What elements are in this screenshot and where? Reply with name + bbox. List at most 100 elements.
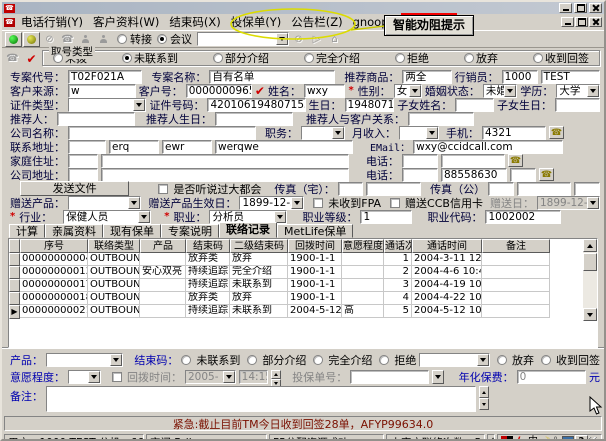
agent-id-input[interactable]: 1000	[502, 70, 538, 84]
tab-existing-policy[interactable]: 现有保单	[103, 224, 161, 238]
dialtype-radio-4[interactable]	[395, 53, 405, 63]
agent-name-input[interactable]: TEST	[541, 70, 600, 84]
id-type-select[interactable]	[68, 98, 146, 112]
table-row[interactable]: 00000000018 OUTBOUND 放弃类 放弃 1900-1-1 4 2…	[9, 292, 597, 305]
contact-addr-input-2[interactable]: erq	[109, 140, 159, 154]
spin-up-icon[interactable]	[479, 386, 489, 398]
conference-radio[interactable]	[157, 34, 167, 44]
marital-select[interactable]: 未婚	[483, 84, 517, 98]
minimize-icon[interactable]	[559, 3, 572, 13]
dial-phone2-button[interactable]: ☎	[539, 168, 554, 181]
ccb-card-checkbox[interactable]	[390, 198, 400, 208]
occ-level-input[interactable]: 1	[360, 210, 412, 224]
menu-item[interactable]: 结束码(X)	[164, 13, 225, 31]
referrer-rel-input[interactable]	[408, 112, 474, 126]
spin-up-icon[interactable]	[271, 370, 281, 379]
project-code-input[interactable]: T02F021A	[68, 70, 142, 84]
note-spinner[interactable]	[479, 386, 489, 410]
phone2-input-2[interactable]: 88558630	[441, 168, 507, 182]
grid-header-cell[interactable]: 序号	[20, 239, 88, 253]
scroll-thumb[interactable]	[583, 253, 597, 271]
policy-no-dropdown-icon[interactable]	[432, 370, 444, 384]
close-icon[interactable]	[589, 3, 602, 13]
chevron-down-icon[interactable]	[426, 127, 438, 139]
moon-icon[interactable]: ☽	[540, 436, 552, 441]
fax-office-input-2[interactable]	[517, 182, 572, 196]
chevron-down-icon[interactable]	[133, 99, 145, 111]
chevron-down-icon[interactable]	[128, 197, 140, 209]
dial-mobile-button[interactable]: ☎	[549, 126, 564, 139]
tray-signal-icon[interactable]: ϟ	[514, 436, 526, 441]
table-row[interactable]: 00000000013 OUTBOUND 安心双亮 持续追踪 完全介绍 1900…	[9, 266, 597, 279]
menu-item[interactable]: 电话行销(Y)	[16, 13, 88, 31]
ime-indicator-icon[interactable]: 中	[527, 436, 539, 441]
transfer-radio[interactable]	[117, 34, 127, 44]
tab-project-notes[interactable]: 专案说明	[161, 224, 219, 238]
menu-item[interactable]: 客户资料(W)	[88, 13, 164, 31]
grid-header-cell[interactable]: 二级结束码	[230, 239, 288, 253]
mobile-input[interactable]: 4321	[482, 126, 546, 140]
child-name-input[interactable]	[455, 98, 494, 112]
tab-contact-records[interactable]: 联络记录	[219, 222, 277, 238]
child-restore-icon[interactable]	[575, 17, 588, 27]
row-selector-cell[interactable]: ▶	[9, 305, 20, 319]
chevron-down-icon[interactable]	[274, 211, 286, 223]
premium-input[interactable]: 0	[517, 370, 586, 384]
income-select[interactable]	[399, 126, 439, 140]
scroll-up-icon[interactable]	[583, 239, 597, 252]
table-row[interactable]: 00000000017 OUTBOUND 持续追踪 未联系到 1900-1-1 …	[9, 279, 597, 292]
endcode-radio-3[interactable]	[379, 355, 389, 365]
dial-phone-button[interactable]: ☎	[4, 51, 21, 66]
menu-item[interactable]: 投保单(Y)	[226, 13, 287, 31]
fax-office-input-1[interactable]	[488, 182, 514, 196]
referrer-input[interactable]	[57, 112, 135, 126]
fax-home-input-1[interactable]	[338, 182, 364, 196]
company-addr-input-2[interactable]	[101, 168, 349, 182]
chevron-down-icon[interactable]	[110, 354, 122, 366]
tab-metlife-policy[interactable]: MetLife保单	[277, 224, 353, 238]
dialtype-radio-2[interactable]	[213, 53, 223, 63]
child-window-icon[interactable]: ☎	[4, 18, 15, 27]
scroll-down-icon[interactable]	[583, 308, 597, 321]
agent2-button[interactable]	[95, 32, 112, 47]
industry-select[interactable]: 保健人员	[63, 210, 151, 224]
row-selector-cell[interactable]	[9, 266, 20, 279]
home-addr-input-1[interactable]	[68, 154, 98, 168]
grid-header-cell[interactable]: 回拨时间	[288, 239, 342, 253]
hangup-call-button[interactable]	[23, 32, 40, 47]
tray-app-icon[interactable]	[501, 436, 513, 441]
gift-date-select[interactable]: 1899-12-30	[239, 196, 304, 210]
spin-down-icon[interactable]	[479, 398, 489, 410]
answer-call-button[interactable]	[5, 32, 22, 47]
education-select[interactable]: 大学	[556, 84, 600, 98]
contact-addr-input-4[interactable]: werqwe	[215, 140, 353, 154]
time-spinner[interactable]	[271, 370, 281, 384]
willing-select[interactable]	[68, 370, 101, 384]
help-button[interactable]: ?	[575, 435, 588, 441]
id-no-input[interactable]: 420106194807153284	[207, 98, 305, 112]
gift-product-select[interactable]	[68, 196, 141, 210]
cust-no-input[interactable]: 000000096591	[186, 84, 252, 98]
endcode-radio-2[interactable]	[313, 355, 323, 365]
grid-header-cell[interactable]: 通话时间	[412, 239, 482, 253]
confirm-button[interactable]: ✔	[23, 51, 40, 66]
note-textarea[interactable]	[46, 386, 476, 412]
row-selector-cell[interactable]	[9, 253, 20, 266]
email-input[interactable]: wxy@ccidcall.com	[413, 140, 563, 154]
callback-checkbox[interactable]	[112, 372, 122, 382]
reject-reason-select[interactable]	[419, 353, 490, 367]
grid-header-cell[interactable]: 联络类型	[88, 239, 140, 253]
company-addr-input-1[interactable]	[68, 168, 98, 182]
job-title-select[interactable]	[301, 126, 345, 140]
product-select[interactable]	[46, 353, 123, 367]
grid-header-cell[interactable]: 产品	[140, 239, 186, 253]
fax-office-input-3[interactable]	[574, 182, 600, 196]
product-rec-input[interactable]: 两全	[402, 70, 451, 84]
endcode-radio-0[interactable]	[181, 355, 191, 365]
heard-metlife-checkbox[interactable]	[158, 184, 168, 194]
phone1-input-1[interactable]	[402, 154, 438, 168]
chevron-down-icon[interactable]	[88, 371, 100, 383]
endcode-radio-4[interactable]	[497, 355, 507, 365]
home-button[interactable]: ⌂	[326, 32, 343, 47]
tab-relatives[interactable]: 亲属资料	[45, 224, 103, 238]
